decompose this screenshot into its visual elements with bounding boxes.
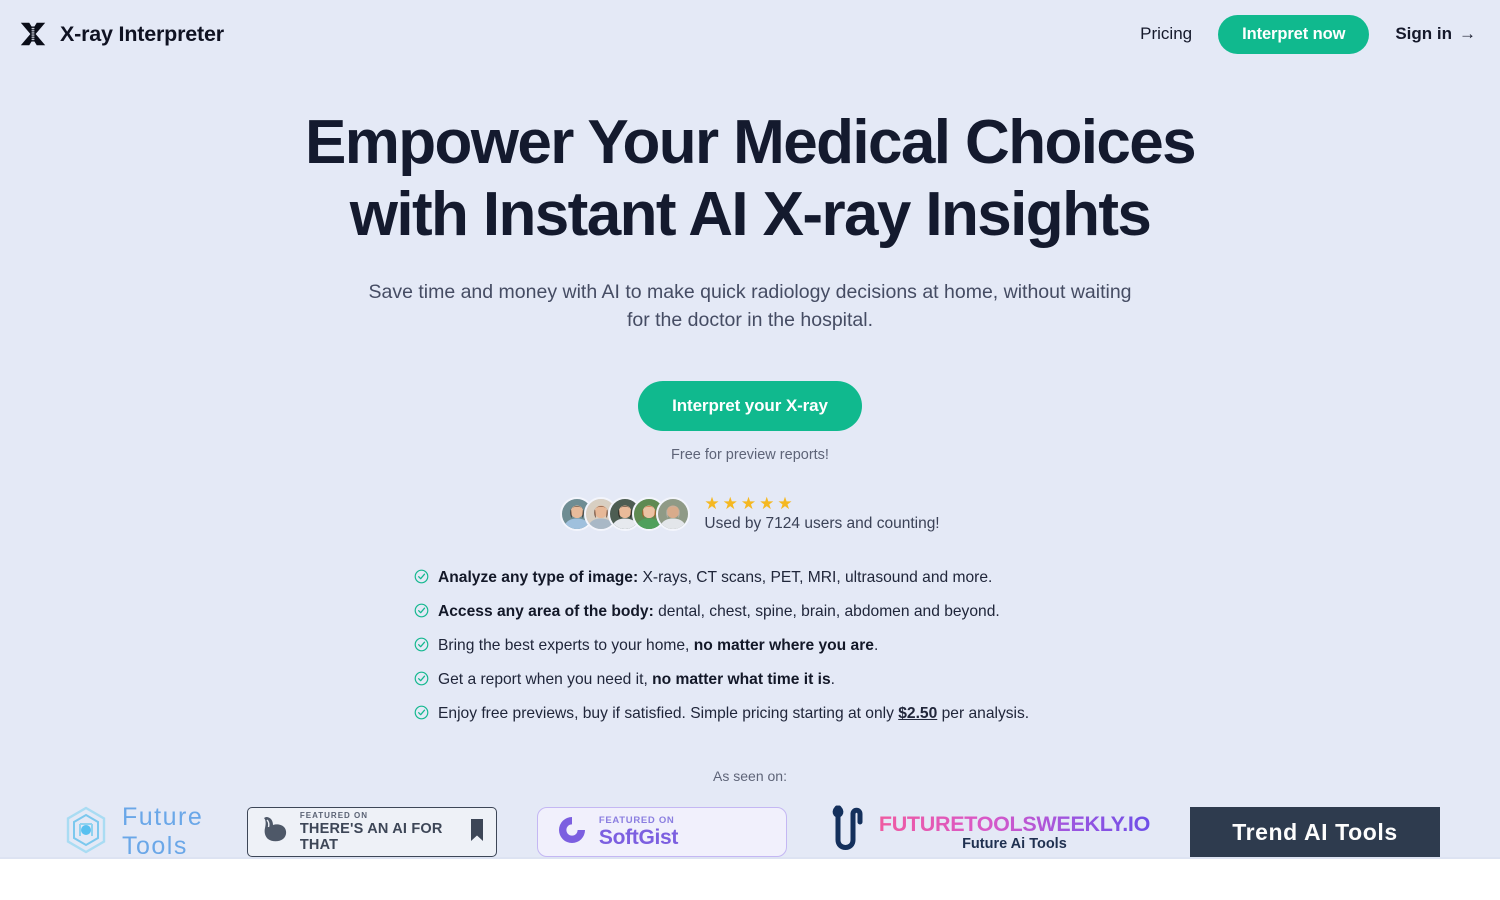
- avatar-user-5: [656, 496, 691, 531]
- headline-line-1: Empower Your Medical Choices: [304, 108, 1197, 177]
- hero-subheading: Save time and money with AI to make quic…: [368, 281, 1132, 332]
- avatar-group: [560, 496, 691, 531]
- interpret-your-xray-button[interactable]: Interpret your X-ray: [638, 380, 862, 431]
- taft-wordmark: THERE'S AN AI FOR THAT: [299, 821, 443, 854]
- check-circle-icon: [414, 569, 429, 590]
- feature-text: Analyze any type of image: X-rays, CT sc…: [438, 568, 993, 586]
- users-count-caption: Used by 7124 users and counting!: [704, 514, 940, 532]
- feature-list-item: Analyze any type of image: X-rays, CT sc…: [414, 567, 1086, 590]
- feature-list: Analyze any type of image: X-rays, CT sc…: [414, 567, 1086, 726]
- brand-name: X-ray Interpreter: [60, 21, 224, 46]
- logo-theres-an-ai-for-that[interactable]: FEATURED ON THERE'S AN AI FOR THAT: [246, 807, 497, 858]
- feature-list-item: Access any area of the body: dental, che…: [414, 601, 1086, 624]
- star-icon: ★: [777, 493, 793, 513]
- price-link[interactable]: $2.50: [898, 705, 937, 722]
- star-icon: ★: [704, 493, 720, 513]
- nav-link-pricing[interactable]: Pricing: [1140, 24, 1192, 44]
- star-icon: ★: [740, 493, 757, 513]
- check-circle-icon: [414, 637, 429, 658]
- feature-list-item: Bring the best experts to your home, no …: [414, 635, 1086, 658]
- softgist-wordmark: SoftGist: [598, 825, 679, 849]
- ftw-squiggle-icon: [827, 800, 873, 865]
- press-logos: Future Tools FEATURED ON THERE'S AN AI F…: [0, 800, 1500, 865]
- check-circle-icon: [414, 671, 429, 692]
- trend-ai-tools-wordmark: Trend AI Tools: [1232, 818, 1398, 845]
- ftw-tagline: Future Ai Tools: [962, 836, 1067, 853]
- softgist-g-icon: [556, 814, 588, 851]
- logo-future-tools[interactable]: Future Tools: [60, 803, 207, 861]
- future-tools-hexagon-icon: [60, 804, 112, 861]
- check-circle-icon: [414, 603, 429, 624]
- as-seen-on-label: As seen on:: [713, 767, 787, 784]
- brand-home-link[interactable]: X-ray Interpreter: [18, 19, 224, 49]
- top-navigation-bar: X-ray Interpreter Pricing Interpret now …: [0, 0, 1500, 68]
- xray-x-logo-icon: [18, 19, 48, 49]
- logo-softgist[interactable]: FEATURED ON SoftGist: [536, 807, 787, 858]
- page-title: Empower Your Medical Choices with Instan…: [305, 112, 1197, 249]
- star-icon: ★: [759, 493, 775, 513]
- softgist-featured-label: FEATURED ON: [598, 814, 675, 826]
- hero-section: Empower Your Medical Choices with Instan…: [0, 68, 1500, 865]
- sign-in-label: Sign in: [1395, 24, 1452, 43]
- header-nav: Pricing Interpret now Sign in →: [1140, 14, 1476, 54]
- star-rating: ★ ★ ★ ★ ★: [704, 495, 939, 512]
- logo-trend-ai-tools[interactable]: Trend AI Tools: [1190, 807, 1440, 858]
- cta-note: Free for preview reports!: [671, 446, 829, 463]
- sign-in-link[interactable]: Sign in →: [1395, 24, 1476, 44]
- feature-text: Get a report when you need it, no matter…: [438, 670, 835, 688]
- interpret-now-button[interactable]: Interpret now: [1218, 14, 1370, 54]
- arrow-right-icon: →: [1459, 24, 1476, 43]
- logo-futuretoolsweekly[interactable]: FUTURETOOLSWEEKLY.IO Future Ai Tools: [827, 800, 1150, 865]
- feature-list-item: Enjoy free previews, buy if satisfied. S…: [414, 703, 1086, 726]
- bookmark-icon: [470, 818, 484, 847]
- taft-featured-label: FEATURED ON: [299, 811, 369, 821]
- headline-line-2: with Instant AI X-ray Insights: [349, 180, 1152, 249]
- social-proof: ★ ★ ★ ★ ★ Used by 7124 users and counting!: [560, 495, 940, 533]
- feature-list-item: Get a report when you need it, no matter…: [414, 669, 1086, 692]
- landing-page: X-ray Interpreter Pricing Interpret now …: [0, 0, 1500, 900]
- feature-text: Access any area of the body: dental, che…: [438, 602, 1000, 620]
- flexed-arm-icon: [260, 814, 290, 851]
- social-proof-text: ★ ★ ★ ★ ★ Used by 7124 users and counting!: [704, 495, 939, 533]
- hero-cta-group: Interpret your X-ray Free for preview re…: [638, 380, 862, 463]
- future-tools-wordmark: Future Tools: [122, 803, 204, 861]
- check-circle-icon: [414, 705, 429, 726]
- feature-text: Enjoy free previews, buy if satisfied. S…: [438, 704, 1030, 722]
- star-icon: ★: [722, 493, 738, 513]
- ftw-wordmark: FUTURETOOLSWEEKLY.IO: [878, 812, 1150, 837]
- feature-text: Bring the best experts to your home, no …: [438, 636, 879, 654]
